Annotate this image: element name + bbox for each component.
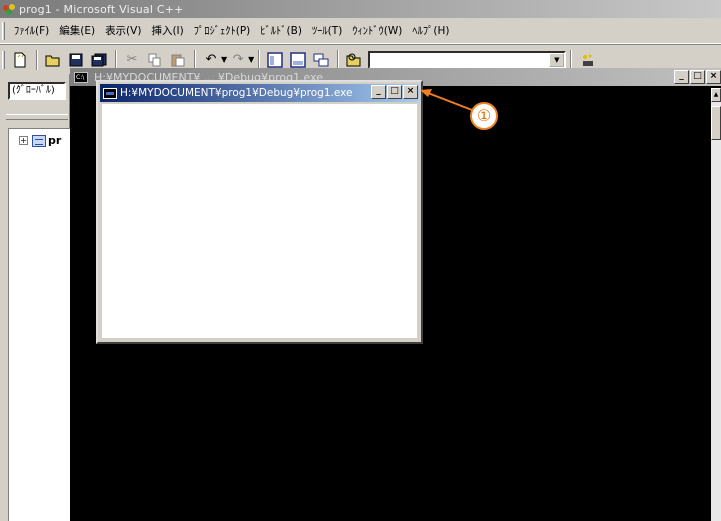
menu-view[interactable]: 表示(V) [100, 23, 146, 38]
expand-icon[interactable]: + [19, 136, 28, 145]
minimize-button[interactable]: _ [371, 85, 386, 99]
visual-cpp-icon [1, 2, 17, 16]
maximize-button[interactable]: □ [387, 85, 402, 99]
menu-bar: ﾌｧｲﾙ(F) 編集(E) 表示(V) 挿入(I) ﾌﾟﾛｼﾞｪｸﾄ(P) ﾋﾞ… [0, 18, 721, 44]
menu-project[interactable]: ﾌﾟﾛｼﾞｪｸﾄ(P) [189, 23, 256, 38]
find-combo[interactable]: ▼ [368, 50, 567, 69]
console-scrollbar[interactable]: ▲ [711, 88, 721, 521]
menu-file[interactable]: ﾌｧｲﾙ(F) [9, 23, 54, 38]
menu-help[interactable]: ﾍﾙﾌﾟ(H) [407, 23, 454, 38]
callout-badge: ① [470, 102, 498, 130]
toolbar-separator [115, 49, 117, 70]
toolbar-separator [570, 49, 573, 70]
prog-window[interactable]: H:¥MYDOCUMENT¥prog1¥Debug¥prog1.exe _ □ … [96, 80, 423, 344]
console-icon: C:\ [74, 71, 88, 83]
toolbar-separator [194, 49, 196, 70]
menu-tools[interactable]: ﾂｰﾙ(T) [307, 23, 347, 38]
menubar-grip[interactable] [2, 21, 5, 40]
console-app-icon [103, 87, 117, 99]
minimize-button[interactable]: _ [674, 70, 689, 84]
console-window-controls: _ □ × [673, 70, 721, 84]
new-file-icon[interactable] [9, 49, 31, 71]
scroll-thumb[interactable] [711, 106, 721, 140]
workspace-tree[interactable]: + pr [8, 128, 70, 521]
pane-divider [6, 114, 68, 120]
close-button[interactable]: × [403, 85, 418, 99]
prog-titlebar[interactable]: H:¥MYDOCUMENT¥prog1¥Debug¥prog1.exe _ □ … [100, 84, 419, 102]
app-title: prog1 - Microsoft Visual C++ [19, 2, 184, 16]
menu-edit[interactable]: 編集(E) [54, 23, 100, 38]
open-folder-icon[interactable] [42, 49, 64, 71]
project-icon [32, 134, 46, 147]
redo-dropdown-icon[interactable]: ▼ [248, 55, 254, 64]
toolbar-separator [36, 49, 38, 70]
scope-combo[interactable]: (ｸﾞﾛｰﾊﾞﾙ) [8, 82, 66, 100]
close-button[interactable]: × [706, 70, 721, 84]
tree-item-project[interactable]: + pr [19, 134, 61, 147]
prog-client-area[interactable] [102, 104, 417, 338]
workspace-pane: (ｸﾞﾛｰﾊﾞﾙ) + pr [0, 74, 70, 521]
chevron-down-icon[interactable]: ▼ [549, 52, 565, 67]
prog-title: H:¥MYDOCUMENT¥prog1¥Debug¥prog1.exe [120, 87, 353, 99]
toolbar-separator [258, 49, 261, 70]
menu-window[interactable]: ｳｨﾝﾄﾞｳ(W) [347, 23, 407, 38]
app-titlebar: prog1 - Microsoft Visual C++ [0, 0, 721, 18]
menu-build[interactable]: ﾋﾞﾙﾄﾞ(B) [255, 23, 307, 38]
prog-window-controls: _ □ × [370, 85, 418, 99]
menu-insert[interactable]: 挿入(I) [146, 23, 188, 38]
toolbar-grip[interactable] [2, 50, 5, 69]
scroll-up-icon[interactable]: ▲ [711, 88, 721, 102]
tree-item-label: pr [48, 134, 62, 147]
maximize-button[interactable]: □ [690, 70, 705, 84]
toolbar-separator [337, 49, 340, 70]
